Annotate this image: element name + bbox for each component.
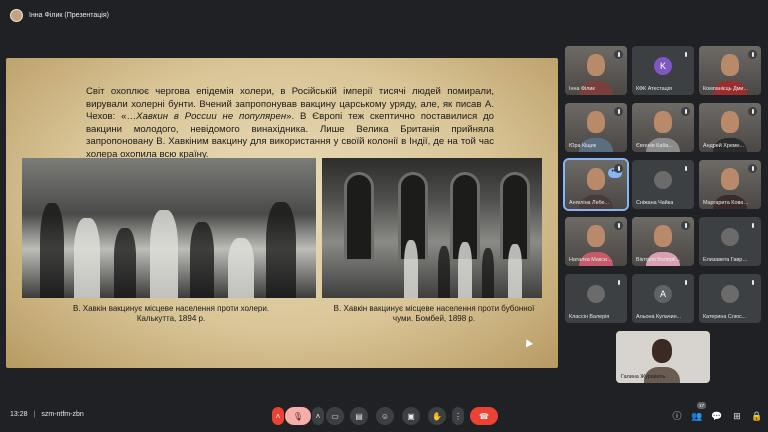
hand-icon: ✋ [432,411,442,421]
mic-status-icon [681,221,690,230]
participant-name: Сніжана Чайка [636,200,674,206]
mic-options-button[interactable]: ˄ [272,407,284,425]
mic-status-icon [748,278,757,287]
raise-hand-button[interactable]: ✋ [428,407,446,425]
participant-tile[interactable]: Елизавета Гаври... [699,217,761,266]
caption-right-line2: чуми. Бомбей, 1898 р. [392,314,476,323]
participant-tile[interactable]: Компанієць Дми... [699,46,761,95]
participant-tile[interactable]: Вікторія Валерії... [632,217,694,266]
participant-tile[interactable]: A Альона Кулачин... [632,274,694,323]
mic-toggle-button[interactable]: 🎙 [285,407,311,425]
mic-status-icon [614,164,623,173]
participant-name: Маргарита Ковал... [703,200,749,206]
people-icon[interactable]: 👥 [690,409,704,423]
participant-name: Елизавета Гаври... [703,257,749,263]
participant-tile[interactable]: •••Ангеліна Лебе... [563,158,629,211]
participant-name: Ангеліна Лебе... [569,200,610,206]
participant-avatar [654,170,672,189]
mic-off-icon: 🎙 [292,411,304,421]
presenter-name: Інна Філик (Презентація) [29,11,109,19]
captions-button[interactable]: ▤ [350,407,368,425]
featured-name: Галина Журавель [621,374,666,380]
mic-status-icon [748,107,757,116]
host-controls-icon[interactable]: 🔒 [750,409,764,423]
caption-right: В. Хавкін вакцинує місцеве населення про… [324,304,544,324]
participant-tile[interactable]: Катерина Слюс... [699,274,761,323]
participant-tile[interactable]: Інна Філик [565,46,627,95]
presenter-avatar [10,8,23,22]
caption-left-line2: Калькутта, 1894 р. [136,314,206,323]
mic-status-icon [614,50,623,59]
caption-left: В. Хавкін вакцинує місцеве населення про… [46,304,296,324]
mic-status-icon [748,164,757,173]
participant-name: Наталка Максим... [569,257,615,263]
participant-avatar [721,227,739,246]
participant-avatar: K [654,56,672,75]
participant-name: Альона Кулачин... [636,314,682,320]
participant-tile[interactable]: Андрей Хремн... [699,103,761,152]
participant-count-badge: 17 [697,402,706,409]
participant-tile[interactable]: K КФК Атестація [632,46,694,95]
mic-status-icon [614,107,623,116]
mic-status-icon [681,107,690,116]
mic-status-icon [614,278,623,287]
emoji-icon: ☺ [380,411,390,421]
participant-tile[interactable]: Юра Кіщик [565,103,627,152]
activities-icon[interactable]: ⊞ [730,409,744,423]
presentation-slide: Світ охоплює чергова епідемія холери, в … [6,58,558,368]
caption-right-line1: В. Хавкін вакцинує місцеве населення про… [333,304,535,313]
mic-status-icon [748,50,757,59]
leave-call-button[interactable]: ☎ [470,407,498,425]
participant-name: Компанієць Дми... [703,86,748,92]
participant-tile[interactable]: Сніжана Чайка [632,160,694,209]
participant-name: Інна Філик [569,86,595,92]
caption-left-line1: В. Хавкін вакцинує місцеве населення про… [72,304,270,313]
participant-name: Андрей Хремн... [703,143,744,149]
mic-status-icon [681,164,690,173]
mic-status-icon [681,278,690,287]
participant-tile[interactable]: Євгенія Каба... [632,103,694,152]
more-options-button[interactable]: ⋮ [452,407,464,425]
participant-avatar [587,284,605,303]
more-vert-icon: ⋮ [454,411,462,421]
camera-icon: ▭ [331,411,339,421]
mic-status-icon [614,221,623,230]
clock-time: 13:28 [10,411,28,418]
captions-icon: ▤ [355,411,363,421]
mic-status-icon [748,221,757,230]
photo-plague-vaccination [322,158,542,298]
participant-tile[interactable]: Классін Валерія [565,274,627,323]
slide-text-quote: Хавкин в России не популярен [136,111,287,123]
participant-name: Вікторія Валерії... [636,257,681,263]
present-button[interactable]: ▣ [402,407,420,425]
hangup-icon: ☎ [479,411,489,421]
present-icon: ▣ [407,411,415,421]
participant-tile-featured[interactable]: Галина Журавель [616,331,710,383]
presenter-bar: Інна Філик (Презентація) [0,6,109,24]
participant-name: Катерина Слюс... [703,314,747,320]
slide-paragraph: Світ охоплює чергова епідемія холери, в … [86,86,494,162]
participant-name: КФК Атестація [636,86,672,92]
meeting-code: szm-ntfm-zbn [41,411,84,418]
meeting-info: 13:28 | szm-ntfm-zbn [10,411,84,418]
participant-avatar [721,284,739,303]
chat-icon[interactable]: 💬 [710,409,724,423]
photo-cholera-vaccination [22,158,316,298]
meet-window: Інна Філик (Презентація) Світ охоплює че… [0,0,768,432]
participant-avatar: A [654,284,672,303]
camera-toggle-button[interactable]: ▭ [326,407,344,425]
info-icon[interactable]: ⓘ [670,409,684,423]
featured-video [652,339,672,363]
mic-status-icon [681,50,690,59]
participant-name: Классін Валерія [569,314,610,320]
reactions-button[interactable]: ☺ [376,407,394,425]
bottom-toolbar: 13:28 | szm-ntfm-zbn ˄ 🎙 ˄ ▭ ▤ ☺ ▣ ✋ ⋮ ☎… [0,400,768,432]
participant-name: Юра Кіщик [569,143,597,149]
participant-name: Євгенія Каба... [636,143,673,149]
participant-tile[interactable]: Маргарита Ковал... [699,160,761,209]
participant-tile[interactable]: Наталка Максим... [565,217,627,266]
camera-options-button[interactable]: ˄ [312,407,324,425]
